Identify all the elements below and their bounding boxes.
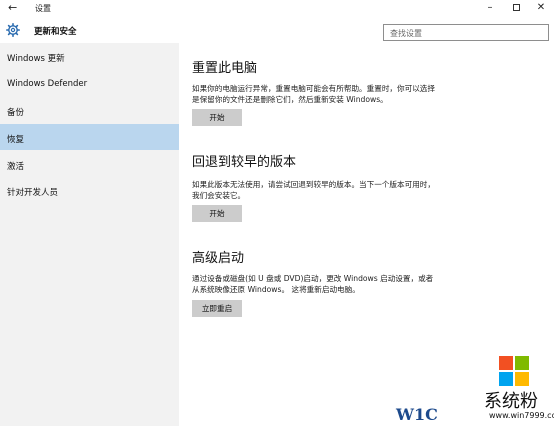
close-button[interactable]: ✕ <box>531 1 551 15</box>
sidebar: Windows 更新 Windows Defender 备份 恢复 激活 针对开… <box>0 43 179 426</box>
watermark-partial-text: W1C <box>396 405 438 424</box>
sidebar-item-recovery[interactable]: 恢复 <box>0 124 179 150</box>
go-back-heading: 回退到较早的版本 <box>192 155 297 170</box>
page-header: 更新和安全 查找设置 <box>0 17 554 43</box>
maximize-icon <box>512 4 520 11</box>
sidebar-item-for-developers[interactable]: 针对开发人员 <box>0 177 179 203</box>
back-arrow-icon[interactable]: ← <box>8 1 17 14</box>
minimize-button[interactable]: – <box>480 1 500 15</box>
sidebar-item-windows-defender[interactable]: Windows Defender <box>0 70 179 96</box>
window-title: 设置 <box>35 4 51 13</box>
watermark-url: www.win7999.com <box>489 411 554 420</box>
reset-start-button[interactable]: 开始 <box>192 109 242 126</box>
windows-logo-icon <box>499 356 529 386</box>
watermark-brand: 系统粉 <box>484 391 538 412</box>
go-back-description: 如果此版本无法使用，请尝试回退到较早的版本。当下一个版本可用时，我们会安装它。 <box>192 180 435 200</box>
advanced-startup-heading: 高级启动 <box>192 251 245 266</box>
restart-now-button[interactable]: 立即重启 <box>192 300 242 317</box>
reset-pc-heading: 重置此电脑 <box>192 61 258 76</box>
gear-icon <box>6 23 20 37</box>
search-input[interactable]: 查找设置 <box>383 24 549 41</box>
sidebar-item-activation[interactable]: 激活 <box>0 151 179 177</box>
go-back-start-button[interactable]: 开始 <box>192 205 242 222</box>
maximize-button[interactable] <box>506 1 526 15</box>
advanced-startup-description: 通过设备或磁盘(如 U 盘或 DVD)启动，更改 Windows 启动设置，或者… <box>192 274 434 294</box>
section-title: 更新和安全 <box>34 27 77 37</box>
reset-pc-description: 如果你的电脑运行异常，重置电脑可能会有所帮助。重置时，你可以选择是保留你的文件还… <box>192 84 435 104</box>
sidebar-item-backup[interactable]: 备份 <box>0 97 179 123</box>
title-bar: ← 设置 – ✕ <box>0 0 554 17</box>
sidebar-item-windows-update[interactable]: Windows 更新 <box>0 43 179 69</box>
